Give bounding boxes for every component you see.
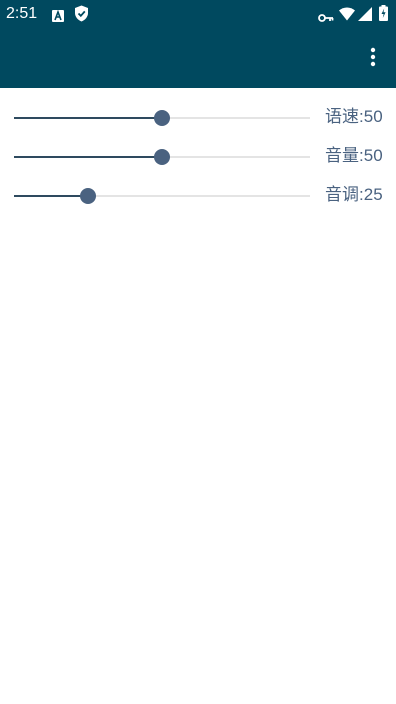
more-options-button[interactable] xyxy=(360,44,386,70)
slider-label-name: 音调 xyxy=(325,185,359,205)
speech-rate-label: 语速:50 xyxy=(325,106,383,128)
a-notification-icon xyxy=(52,7,64,26)
pitch-label: 音调:25 xyxy=(325,184,383,206)
slider-label-name: 音量 xyxy=(325,146,359,166)
slider-thumb[interactable] xyxy=(154,149,170,165)
status-bar: 2:51 xyxy=(0,0,396,28)
slider-fill xyxy=(14,156,162,158)
shield-icon xyxy=(74,5,89,26)
slider-label-name: 语速 xyxy=(325,107,359,127)
key-icon xyxy=(318,8,334,27)
status-time: 2:51 xyxy=(6,5,38,22)
battery-charging-icon xyxy=(379,5,388,25)
volume-slider[interactable] xyxy=(14,149,310,165)
signal-icon xyxy=(358,6,372,25)
slider-label-value: 50 xyxy=(363,107,383,126)
pitch-slider[interactable] xyxy=(14,188,310,204)
more-vert-icon xyxy=(370,47,376,67)
speech-rate-row: 语速:50 xyxy=(0,96,396,135)
slider-fill xyxy=(14,117,162,119)
speech-rate-slider[interactable] xyxy=(14,110,310,126)
slider-fill xyxy=(14,195,88,197)
volume-row: 音量:50 xyxy=(0,135,396,174)
slider-thumb[interactable] xyxy=(80,188,96,204)
slider-label-value: 50 xyxy=(363,146,383,165)
volume-label: 音量:50 xyxy=(325,145,383,167)
slider-label-value: 25 xyxy=(363,185,383,204)
wifi-icon xyxy=(339,6,355,25)
slider-thumb[interactable] xyxy=(154,110,170,126)
pitch-row: 音调:25 xyxy=(0,174,396,213)
app-bar xyxy=(0,28,396,88)
